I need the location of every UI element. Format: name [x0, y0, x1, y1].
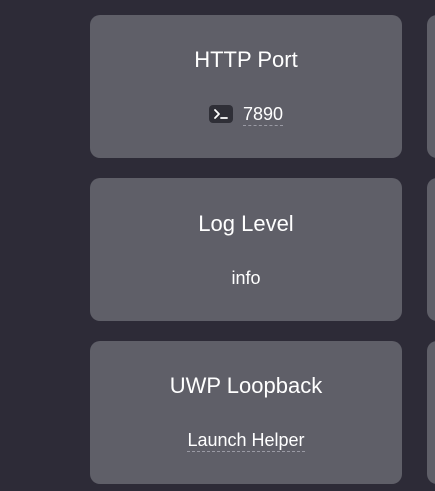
adjacent-card[interactable] — [427, 341, 435, 484]
log-level-card: Log Level info — [90, 178, 402, 321]
adjacent-card[interactable] — [427, 15, 435, 158]
http-port-title: HTTP Port — [194, 47, 298, 72]
http-port-card: HTTP Port 7890 — [90, 15, 402, 158]
uwp-loopback-card: UWP Loopback Launch Helper — [90, 341, 402, 484]
log-level-value-row: info — [90, 267, 402, 289]
log-level-title: Log Level — [198, 211, 294, 236]
http-port-value-row: 7890 — [90, 103, 402, 126]
uwp-loopback-value-row: Launch Helper — [90, 429, 402, 452]
settings-grid: HTTP Port 7890 Log Level info UWP Loopba… — [0, 0, 435, 491]
log-level-value[interactable]: info — [231, 268, 260, 288]
adjacent-card[interactable] — [427, 178, 435, 321]
terminal-icon[interactable] — [208, 105, 233, 123]
launch-helper-link[interactable]: Launch Helper — [187, 430, 305, 452]
http-port-value[interactable]: 7890 — [242, 104, 284, 126]
uwp-loopback-title: UWP Loopback — [169, 373, 323, 398]
